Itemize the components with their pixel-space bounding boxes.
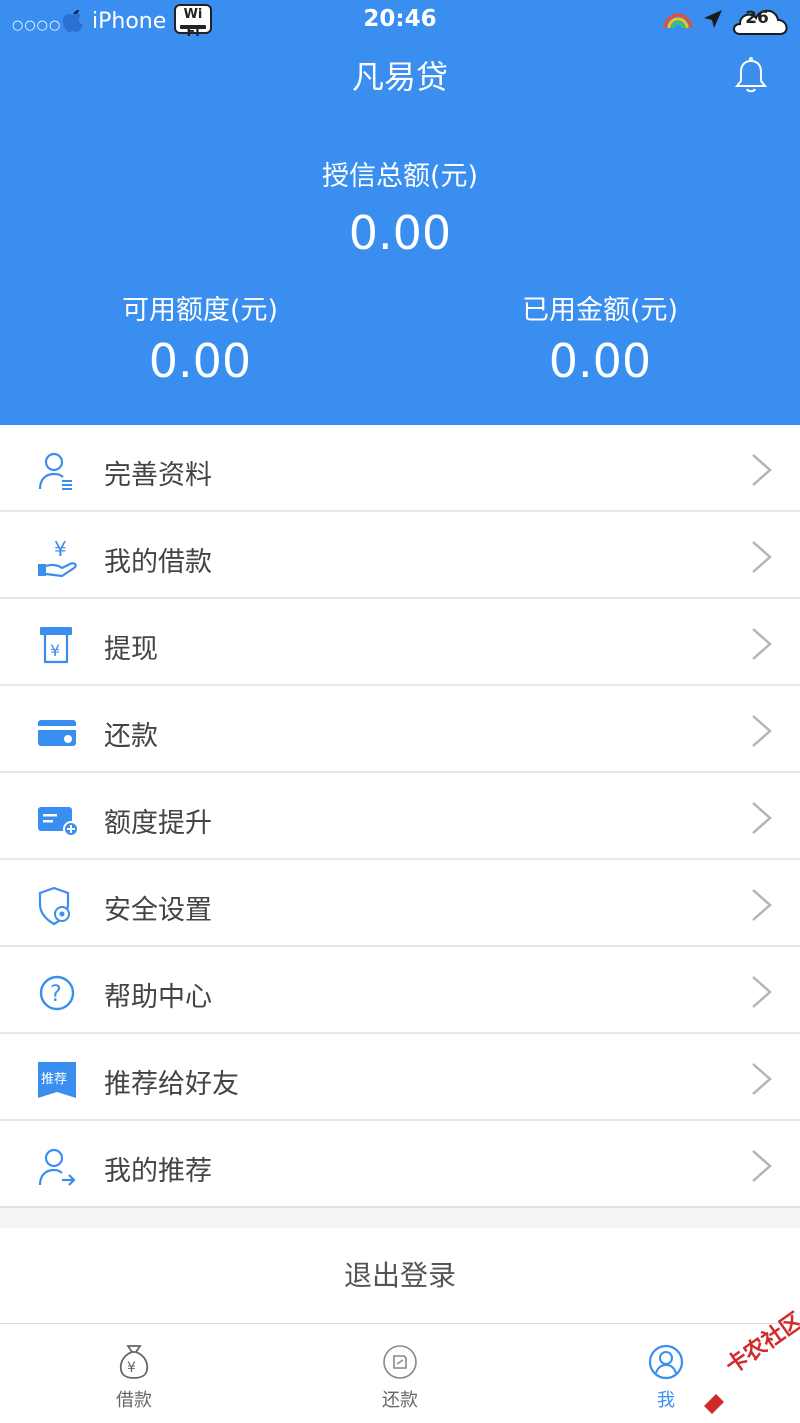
chevron-right-icon xyxy=(752,541,772,573)
help-icon: ? xyxy=(39,975,75,1011)
available-credit-value: 0.00 xyxy=(148,334,252,388)
menu-item-withdraw[interactable]: ¥ 提现 xyxy=(0,599,800,686)
svg-text:¥: ¥ xyxy=(50,641,60,660)
menu-item-label: 帮助中心 xyxy=(104,982,212,1013)
menu-item-label: 我的推荐 xyxy=(104,1156,212,1187)
shield-gear-icon xyxy=(38,886,70,926)
recommend-badge-icon: 推荐 xyxy=(38,1062,76,1098)
chevron-right-icon xyxy=(752,802,772,834)
menu-item-security-settings[interactable]: 安全设置 xyxy=(0,860,800,947)
repay-icon xyxy=(383,1345,417,1379)
menu-item-label: 完善资料 xyxy=(104,460,212,491)
menu-item-label: 还款 xyxy=(104,721,158,752)
chevron-right-icon xyxy=(752,454,772,486)
user-arrow-icon xyxy=(38,1148,76,1186)
chevron-right-icon xyxy=(752,1150,772,1182)
chevron-right-icon xyxy=(752,1063,772,1095)
withdraw-yuan-icon: ¥ xyxy=(40,627,72,664)
hand-yuan-icon: ¥ xyxy=(38,538,77,578)
menu-item-label: 我的借款 xyxy=(104,547,212,578)
location-arrow-icon xyxy=(704,10,722,28)
menu-item-label: 提现 xyxy=(104,634,158,665)
user-profile-icon xyxy=(38,452,72,490)
user-circle-icon xyxy=(648,1344,684,1380)
used-amount-label: 已用金额(元) xyxy=(521,295,679,326)
tab-bar: ¥ 借款 还款 我 xyxy=(0,1323,800,1423)
chevron-right-icon xyxy=(752,976,772,1008)
money-bag-icon: ¥ xyxy=(119,1345,149,1379)
menu-item-recommend-friend[interactable]: 推荐 推荐给好友 xyxy=(0,1034,800,1121)
menu-item-label: 安全设置 xyxy=(104,895,212,926)
tab-repay[interactable]: 还款 xyxy=(325,1324,475,1423)
menu-item-label: 额度提升 xyxy=(104,808,212,839)
temperature: 26 xyxy=(745,8,769,28)
logout-button[interactable]: 退出登录 xyxy=(0,1228,800,1323)
rainbow-icon xyxy=(663,13,693,29)
menu-item-repayment[interactable]: 还款 xyxy=(0,686,800,773)
menu-item-label: 推荐给好友 xyxy=(104,1069,239,1100)
chevron-right-icon xyxy=(752,889,772,921)
page-title: 凡易贷 xyxy=(351,58,448,96)
svg-text:?: ? xyxy=(50,982,62,1007)
account-menu: 完善资料 ¥ 我的借款 ¥ 提现 还款 额度提升 安全设置 ? 帮助中心 推荐 … xyxy=(0,425,800,1208)
tab-loan[interactable]: ¥ 借款 xyxy=(59,1324,209,1423)
total-credit-label: 授信总额(元) xyxy=(321,161,479,192)
menu-item-complete-profile[interactable]: 完善资料 xyxy=(0,425,800,512)
svg-text:¥: ¥ xyxy=(54,538,67,561)
status-bar: ○○○○ iPhone Wi Fi 20:46 26 xyxy=(0,0,800,44)
menu-item-help-center[interactable]: ? 帮助中心 xyxy=(0,947,800,1034)
card-icon xyxy=(38,720,76,746)
total-credit-value: 0.00 xyxy=(348,206,452,260)
recommend-badge-text: 推荐 xyxy=(41,1072,67,1087)
used-amount-value: 0.00 xyxy=(548,334,652,388)
menu-item-raise-limit[interactable]: 额度提升 xyxy=(0,773,800,860)
chevron-right-icon xyxy=(752,628,772,660)
chevron-right-icon xyxy=(752,715,772,747)
available-credit-label: 可用额度(元) xyxy=(121,295,279,326)
tab-label: 借款 xyxy=(116,1390,152,1411)
account-header: ○○○○ iPhone Wi Fi 20:46 26 凡易贷 授信总额(元) 0… xyxy=(0,0,800,425)
menu-item-my-loans[interactable]: ¥ 我的借款 xyxy=(0,512,800,599)
tab-label: 还款 xyxy=(382,1390,418,1411)
svg-text:¥: ¥ xyxy=(127,1360,136,1376)
menu-item-my-referrals[interactable]: 我的推荐 xyxy=(0,1121,800,1208)
bell-icon[interactable] xyxy=(734,56,768,94)
card-plus-icon xyxy=(38,807,79,837)
